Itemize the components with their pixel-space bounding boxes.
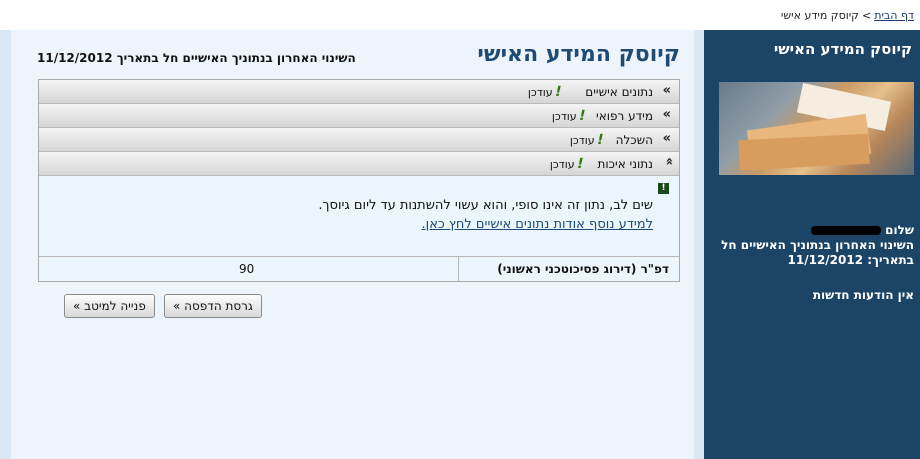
print-version-button[interactable]: גרסת הדפסה » [164, 294, 262, 318]
chevron-icon: » [662, 83, 671, 98]
grade-label: דפ"ר (דירוג פסיכוטכני ראשוני) [497, 262, 669, 276]
accordion-item-medical[interactable]: » מידע רפואי !עודכן [39, 104, 679, 128]
sidebar-folders-image [719, 82, 914, 175]
accordion-label: השכלה [615, 133, 653, 147]
page-title: קיוסק המידע האישי [477, 42, 680, 67]
greeting-prefix: שלום [885, 223, 914, 237]
top-bar: דף הבית>קיוסק מידע אישי [0, 0, 920, 30]
sidebar: קיוסק המידע האישי שלום השינוי האחרון בנת… [704, 30, 920, 459]
exclamation-icon: ! [576, 108, 587, 124]
accordion-item-education[interactable]: » השכלה !עודכן [39, 128, 679, 152]
updated-badge: !עודכן [549, 156, 585, 172]
exclamation-icon: ! [574, 156, 585, 172]
sidebar-news: אין הודעות חדשות [812, 288, 914, 302]
accordion-label: נתוני איכות [597, 157, 653, 171]
accordion-item-quality[interactable]: » נתוני איכות !עודכן [39, 152, 679, 176]
grade-label-cell: דפ"ר (דירוג פסיכוטכני ראשוני) [458, 257, 679, 281]
warning-icon: ! [658, 183, 669, 194]
grade-row: דפ"ר (דירוג פסיכוטכני ראשוני) 90 [39, 257, 679, 281]
quality-panel: ! שים לב, נתון זה אינו סופי, והוא עשוי ל… [39, 176, 679, 257]
redacted-name [811, 226, 882, 235]
contact-button[interactable]: פנייה למיטב » [64, 294, 155, 318]
breadcrumb: דף הבית>קיוסק מידע אישי [781, 9, 914, 22]
breadcrumb-current: קיוסק מידע אישי [780, 9, 859, 22]
accordion: » נתונים אישיים !עודכן » מידע רפואי !עוד… [38, 79, 680, 282]
chevron-icon: » [662, 131, 671, 146]
chevron-down-icon: » [661, 157, 677, 166]
breadcrumb-home-link[interactable]: דף הבית [874, 9, 914, 22]
grade-value: 90 [239, 262, 255, 276]
chevron-icon: » [662, 107, 671, 122]
updated-badge: !עודכן [551, 108, 587, 124]
last-change-text: השינוי האחרון בנתוניך האישיים חל בתאריך … [37, 51, 356, 65]
exclamation-icon: ! [552, 84, 563, 100]
breadcrumb-separator: > [862, 9, 872, 22]
accordion-label: מידע רפואי [596, 109, 653, 123]
more-info-link[interactable]: למידע נוסף אודות נתונים אישיים לחץ כאן. [422, 217, 653, 232]
exclamation-icon: ! [594, 132, 605, 148]
sidebar-last-change: השינוי האחרון בנתוניך האישיים חל בתאריך:… [721, 238, 914, 267]
updated-badge: !עודכן [569, 132, 605, 148]
accordion-label: נתונים אישיים [585, 85, 653, 99]
sidebar-title: קיוסק המידע האישי [773, 40, 912, 58]
accordion-item-personal[interactable]: » נתונים אישיים !עודכן [39, 80, 679, 104]
sidebar-greeting: שלום השינוי האחרון בנתוניך האישיים חל בת… [714, 223, 914, 268]
panel-note: שים לב, נתון זה אינו סופי, והוא עשוי להש… [318, 198, 653, 213]
updated-badge: !עודכן [527, 84, 563, 100]
main-content: קיוסק המידע האישי השינוי האחרון בנתוניך … [11, 30, 694, 459]
